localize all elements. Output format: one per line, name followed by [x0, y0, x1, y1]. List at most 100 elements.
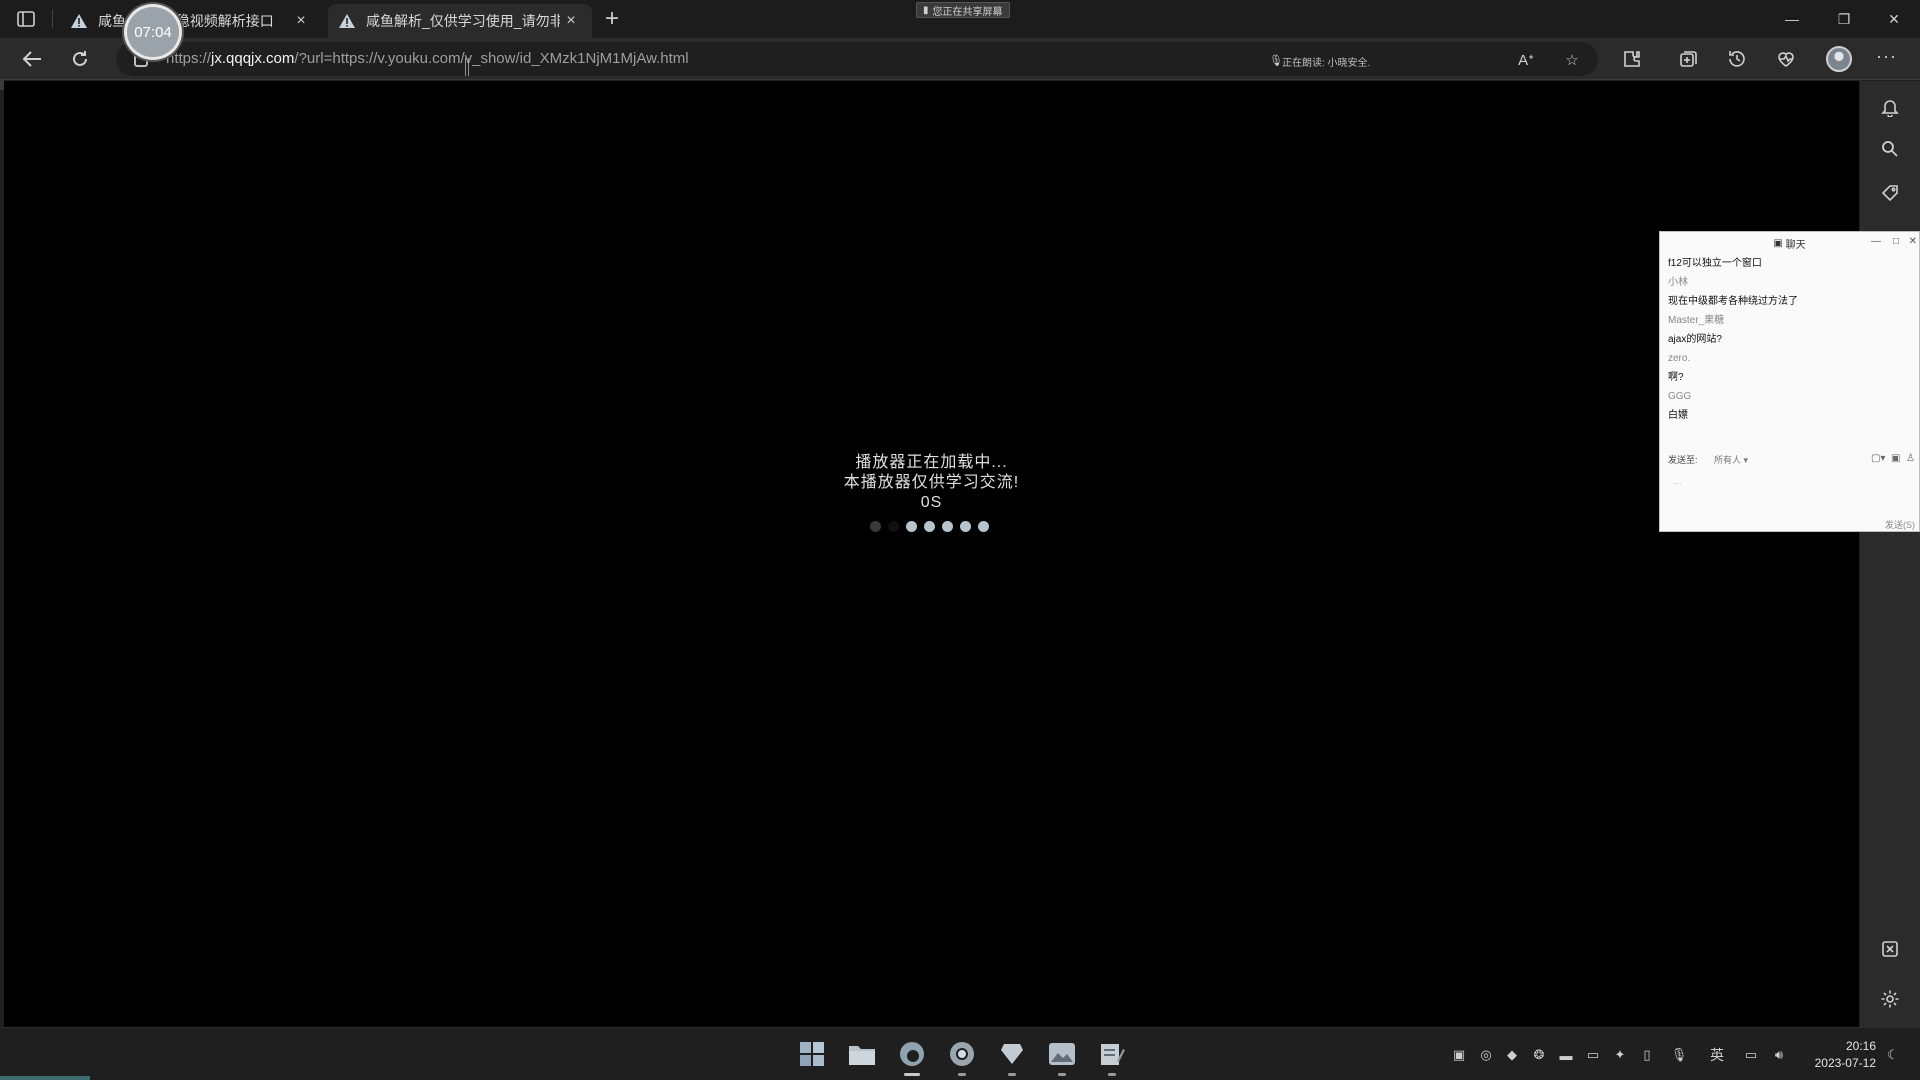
restore-icon[interactable]: ❐ — [1822, 4, 1866, 34]
app-icon[interactable] — [996, 1038, 1028, 1076]
extensions-icon[interactable] — [1616, 44, 1648, 74]
title-bar: 咸鱼解析_最稳视频解析接口 × 咸鱼解析_仅供学习使用_请勿非法 × + ▮ 您… — [0, 0, 1920, 60]
input-method-indicator[interactable]: 英 — [1708, 1046, 1726, 1064]
chat-input[interactable]: ... — [1674, 476, 1682, 486]
read-aloud-status: 正在朗读: 小晓安全. — [1282, 58, 1371, 69]
chat-maximize-icon[interactable]: □ — [1893, 236, 1899, 247]
screen-share-indicator[interactable]: ▮ 您正在共享屏幕 — [916, 2, 1010, 18]
send-to-dropdown[interactable]: 所有人 ▾ — [1714, 455, 1748, 465]
tab-actions-icon[interactable] — [14, 8, 38, 30]
address-bar[interactable]: https://jx.qqqjx.com/?url=https://v.youk… — [116, 42, 1598, 76]
tab-1[interactable]: 咸鱼解析_最稳视频解析接口 × — [60, 4, 322, 38]
tray-camera-icon[interactable]: ◎ — [1477, 1046, 1495, 1064]
player-disclaimer: 本播放器仅供学习交流! — [843, 474, 1020, 491]
tray-app-icon[interactable]: ▣ — [1450, 1046, 1468, 1064]
screenshot-icon[interactable]: ▣ — [1891, 453, 1900, 464]
chat-message-text: ajax的网站? — [1668, 334, 1722, 345]
editor-icon[interactable] — [1096, 1038, 1128, 1076]
browser-essentials-icon[interactable] — [1770, 44, 1802, 74]
search-icon[interactable] — [1878, 137, 1902, 161]
file-icon[interactable]: ▢▾ — [1871, 453, 1885, 464]
player-countdown: 0S — [920, 494, 943, 511]
more-options-icon[interactable]: ··· — [1876, 46, 1897, 67]
tray-app-icon[interactable]: ◆ — [1503, 1046, 1521, 1064]
active-indicator — [904, 1073, 920, 1076]
loading-spinner — [870, 521, 989, 532]
chat-message-text: 现在中级都考各种绕过方法了 — [1668, 296, 1798, 307]
loader-dot — [888, 521, 899, 532]
chart-icon: ▮ — [923, 4, 929, 16]
url-path: /?url=https://v.youku.com/v_show/id_XMzk… — [294, 50, 689, 67]
url-prefix: https:// — [166, 50, 212, 67]
loader-dot — [906, 521, 917, 532]
clock-date: 2023-07-12 — [1814, 1056, 1876, 1070]
video-player[interactable]: 播放器正在加载中... 本播放器仅供学习交流! 0S ☰ — [4, 81, 1859, 1053]
history-icon[interactable] — [1721, 44, 1753, 74]
profile-avatar[interactable] — [1826, 46, 1852, 72]
chat-window[interactable]: ▣ 聊天 — □ ✕ f12可以独立一个窗口 小林 现在中级都考各种绕过方法了 … — [1659, 231, 1920, 532]
tray-usb-icon[interactable]: ▯ — [1638, 1046, 1656, 1064]
minimize-icon[interactable]: — — [1770, 4, 1814, 34]
read-aloud-icon[interactable]: Aᐩ — [1516, 50, 1536, 70]
player-loading-text: 播放器正在加载中... — [855, 454, 1008, 471]
chat-message-sender: GGG — [1668, 391, 1692, 402]
back-button[interactable] — [16, 44, 48, 74]
recording-progress-strip — [0, 1076, 90, 1080]
hide-sidebar-icon[interactable] — [1878, 937, 1902, 961]
chat-message-sender: zero. — [1668, 353, 1691, 364]
tab-separator — [52, 10, 53, 28]
network-monitor-icon[interactable]: ▭ — [1742, 1046, 1760, 1064]
chat-icon: ▣ — [1773, 237, 1786, 249]
favorite-star-icon[interactable]: ☆ — [1562, 50, 1582, 70]
chat-message-sender: Master_果糖 — [1668, 315, 1725, 326]
chat-toolbar: ▢▾ ▣ ♙ — [1871, 453, 1915, 464]
screen-share-label: 您正在共享屏幕 — [932, 6, 1003, 18]
notification-bell-icon[interactable] — [1878, 95, 1902, 119]
loader-dot — [978, 521, 989, 532]
send-to-label: 发送至: — [1668, 455, 1698, 465]
url-host: jx.qqqjx.com — [211, 50, 295, 67]
volume-icon[interactable]: 🔊︎ — [1770, 1046, 1788, 1064]
chat-message-sender: 小林 — [1668, 277, 1688, 288]
tab-1-close-icon[interactable]: × — [290, 10, 312, 32]
clock-time: 20:16 — [1845, 1039, 1876, 1053]
system-clock[interactable]: 20:16 2023-07-12 — [1796, 1038, 1876, 1072]
tab-2-close-icon[interactable]: × — [560, 10, 582, 32]
taskbar: ▣ ◎ ◆ ❂ ▬ ▭ ✦ ▯ 🎙 英 ▭ 🔊︎ 20:16 2023-07-1… — [0, 1027, 1920, 1080]
address-url[interactable]: https://jx.qqqjx.com/?url=https://v.youk… — [166, 50, 689, 67]
chat-close-icon[interactable]: ✕ — [1909, 236, 1917, 247]
tab-2[interactable]: 咸鱼解析_仅供学习使用_请勿非法 × — [328, 4, 592, 38]
settings-gear-icon[interactable] — [1878, 987, 1902, 1011]
loader-dot — [960, 521, 971, 532]
browser-sidebar — [1860, 81, 1920, 1027]
player-loading-message: 播放器正在加载中... 本播放器仅供学习交流! 0S — [4, 453, 1859, 513]
edge-browser-icon[interactable] — [896, 1038, 928, 1076]
recording-timer[interactable]: 07:04 — [124, 4, 182, 60]
tray-display-icon[interactable]: ▬ — [1557, 1046, 1575, 1064]
microphone-icon[interactable]: 🎙 — [1670, 1046, 1688, 1064]
chat-messages: f12可以独立一个窗口 小林 现在中级都考各种绕过方法了 Master_果糖 a… — [1660, 254, 1919, 425]
shopping-tag-icon[interactable] — [1878, 181, 1902, 205]
user-icon[interactable]: ♙ — [1906, 453, 1915, 464]
notification-moon-icon[interactable]: ☾ — [1884, 1046, 1902, 1064]
chrome-icon[interactable] — [946, 1038, 978, 1076]
running-indicator — [958, 1073, 966, 1076]
chat-recipient[interactable]: 发送至: 所有人 ▾ — [1668, 453, 1748, 466]
refresh-button[interactable] — [64, 44, 96, 74]
running-indicator — [1108, 1073, 1116, 1076]
tray-app-icon[interactable]: ✦ — [1611, 1046, 1629, 1064]
close-icon[interactable]: ✕ — [1872, 4, 1916, 34]
file-explorer-icon[interactable] — [846, 1038, 878, 1070]
collections-icon[interactable] — [1672, 44, 1704, 74]
photos-icon[interactable] — [1046, 1038, 1078, 1076]
chat-header: ▣ 聊天 — □ ✕ — [1660, 232, 1919, 254]
chat-minimize-icon[interactable]: — — [1871, 236, 1881, 247]
chat-message-text: f12可以独立一个窗口 — [1668, 258, 1762, 269]
chat-send-button[interactable]: 发送(S) — [1885, 518, 1915, 531]
warning-icon — [339, 14, 355, 28]
tray-network-icon[interactable]: ▭ — [1584, 1046, 1602, 1064]
tray-wechat-icon[interactable]: ❂ — [1530, 1046, 1548, 1064]
new-tab-button[interactable]: + — [598, 6, 626, 34]
text-cursor — [465, 58, 469, 76]
start-windows-icon[interactable] — [796, 1038, 828, 1070]
